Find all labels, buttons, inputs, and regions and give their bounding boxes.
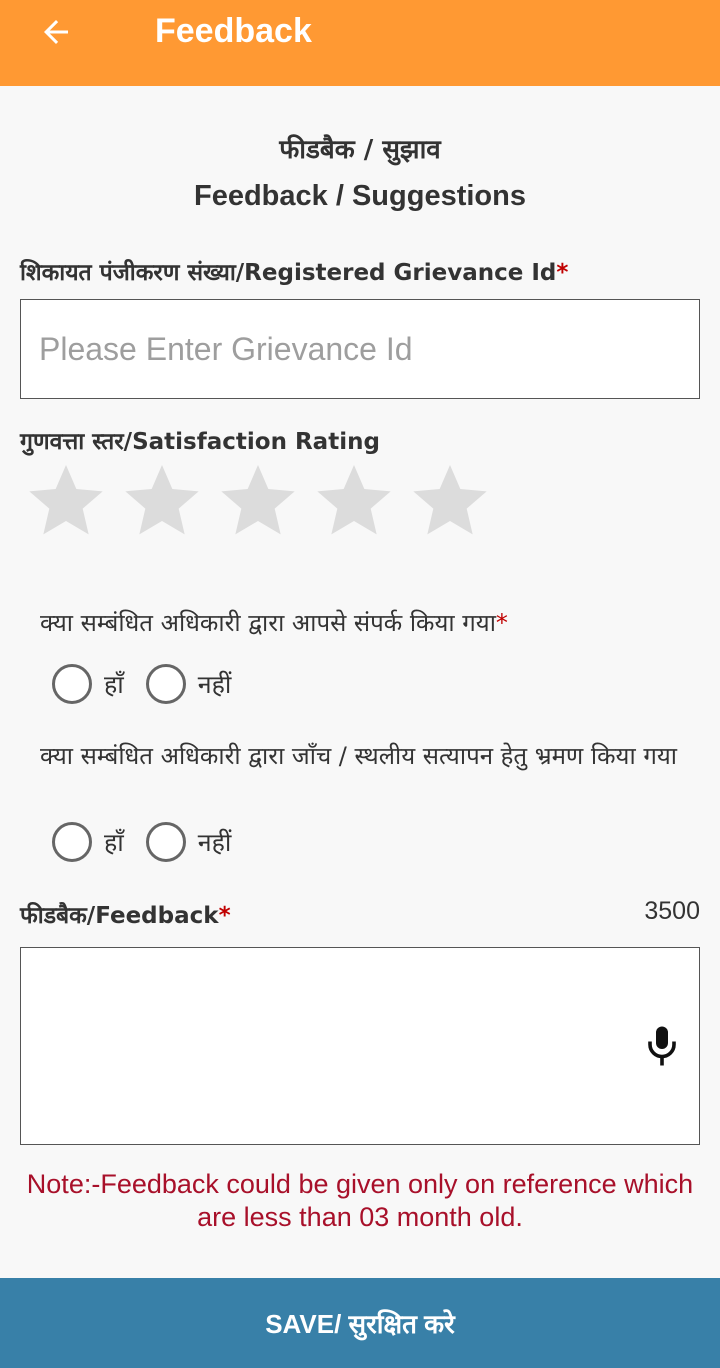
radio-visit-yes[interactable]: हाँ bbox=[52, 822, 124, 862]
radio-circle[interactable] bbox=[52, 822, 92, 862]
feedback-label-text: फीडबैक/Feedback bbox=[20, 903, 219, 929]
star-rating[interactable] bbox=[26, 460, 490, 540]
radio-label-yes: हाँ bbox=[104, 828, 124, 857]
required-asterisk: * bbox=[556, 260, 569, 286]
star-icon[interactable] bbox=[410, 460, 490, 540]
radio-visit-no[interactable]: नहीं bbox=[145, 822, 232, 862]
rating-label: गुणवत्ता स्तर/Satisfaction Rating bbox=[20, 429, 380, 455]
back-button[interactable] bbox=[32, 12, 80, 52]
radio-group-site-visit: हाँ नहीं bbox=[52, 822, 253, 862]
radio-circle[interactable] bbox=[145, 822, 186, 862]
save-button[interactable]: SAVE/ सुरक्षित करे bbox=[0, 1278, 720, 1368]
radio-circle[interactable] bbox=[145, 664, 186, 704]
star-icon[interactable] bbox=[26, 460, 106, 540]
microphone-icon[interactable] bbox=[644, 1024, 680, 1068]
arrow-back-icon bbox=[44, 20, 68, 44]
grievance-id-input[interactable] bbox=[20, 299, 700, 399]
character-counter: 3500 bbox=[644, 897, 700, 925]
required-asterisk: * bbox=[495, 609, 508, 637]
form-heading-english: Feedback / Suggestions bbox=[194, 180, 526, 212]
feedback-label: फीडबैक/Feedback* bbox=[20, 898, 231, 930]
question-site-visit: क्या सम्बंधित अधिकारी द्वारा जाँच / स्थल… bbox=[40, 742, 677, 770]
radio-group-contacted: हाँ नहीं bbox=[52, 664, 253, 704]
feedback-textarea[interactable] bbox=[20, 947, 700, 1145]
radio-circle[interactable] bbox=[52, 664, 92, 704]
question-contacted: क्या सम्बंधित अधिकारी द्वारा आपसे संपर्क… bbox=[40, 604, 680, 642]
radio-contacted-no[interactable]: नहीं bbox=[145, 664, 232, 704]
radio-label-no: नहीं bbox=[197, 828, 232, 857]
page-title: Feedback bbox=[155, 12, 312, 50]
form-heading-hindi: फीडबैक / सुझाव bbox=[279, 135, 441, 165]
star-icon[interactable] bbox=[314, 460, 394, 540]
app-bar: Feedback bbox=[0, 0, 720, 86]
radio-label-no: नहीं bbox=[197, 670, 232, 699]
grievance-id-label: शिकायत पंजीकरण संख्या/Registered Grievan… bbox=[20, 255, 568, 287]
required-asterisk: * bbox=[218, 903, 231, 929]
star-icon[interactable] bbox=[122, 460, 202, 540]
radio-contacted-yes[interactable]: हाँ bbox=[52, 664, 124, 704]
grievance-id-label-text: शिकायत पंजीकरण संख्या/Registered Grievan… bbox=[20, 260, 557, 286]
star-icon[interactable] bbox=[218, 460, 298, 540]
radio-label-yes: हाँ bbox=[104, 670, 124, 699]
feedback-note: Note:-Feedback could be given only on re… bbox=[26, 1169, 694, 1232]
question-contacted-text: क्या सम्बंधित अधिकारी द्वारा आपसे संपर्क… bbox=[40, 609, 496, 637]
